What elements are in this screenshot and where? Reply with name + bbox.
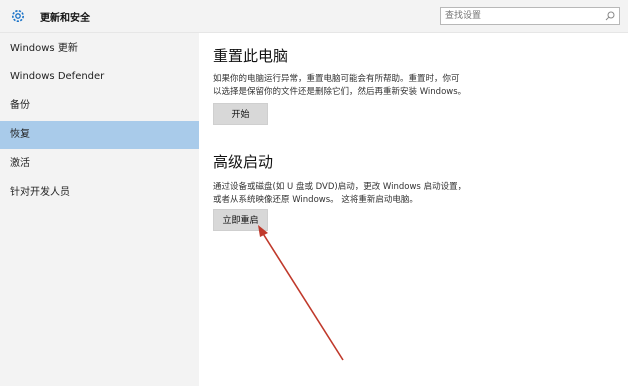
- advanced-desc-line-2: 或者从系统映像还原 Windows。 这将重新启动电脑。: [213, 195, 418, 205]
- search-input[interactable]: [445, 9, 595, 23]
- advanced-desc-line-1: 通过设备或磁盘(如 U 盘或 DVD)启动，更改 Windows 启动设置，: [213, 182, 467, 192]
- search-icon[interactable]: [605, 11, 615, 21]
- reset-pc-heading: 重置此电脑: [213, 47, 289, 65]
- reset-desc-line-1: 如果你的电脑运行异常，重置电脑可能会有所帮助。重置时，你可: [213, 74, 460, 84]
- sidebar-item-backup[interactable]: 备份: [0, 92, 199, 120]
- title-bar: 更新和安全: [0, 0, 628, 33]
- reset-pc-description: 如果你的电脑运行异常，重置电脑可能会有所帮助。重置时，你可 以选择是保留你的文件…: [213, 73, 493, 99]
- advanced-startup-description: 通过设备或磁盘(如 U 盘或 DVD)启动，更改 Windows 启动设置， 或…: [213, 181, 493, 207]
- reset-desc-line-2: 以选择是保留你的文件还是删除它们，然后再重新安装 Windows。: [213, 87, 467, 97]
- sidebar-item-for-developers[interactable]: 针对开发人员: [0, 179, 199, 207]
- sidebar-item-activation[interactable]: 激活: [0, 150, 199, 178]
- main-content: 重置此电脑 如果你的电脑运行异常，重置电脑可能会有所帮助。重置时，你可 以选择是…: [199, 33, 628, 386]
- sidebar-item-windows-update[interactable]: Windows 更新: [0, 35, 199, 63]
- sidebar-item-windows-defender[interactable]: Windows Defender: [0, 63, 199, 91]
- gear-icon[interactable]: [10, 8, 26, 24]
- start-button[interactable]: 开始: [213, 103, 268, 125]
- advanced-startup-heading: 高级启动: [213, 153, 274, 171]
- sidebar-item-recovery[interactable]: 恢复: [0, 121, 199, 149]
- restart-now-button[interactable]: 立即重启: [213, 209, 268, 231]
- page-title: 更新和安全: [40, 13, 90, 24]
- sidebar: Windows 更新 Windows Defender 备份 恢复 激活 针对开…: [0, 33, 199, 386]
- search-box[interactable]: [440, 7, 620, 25]
